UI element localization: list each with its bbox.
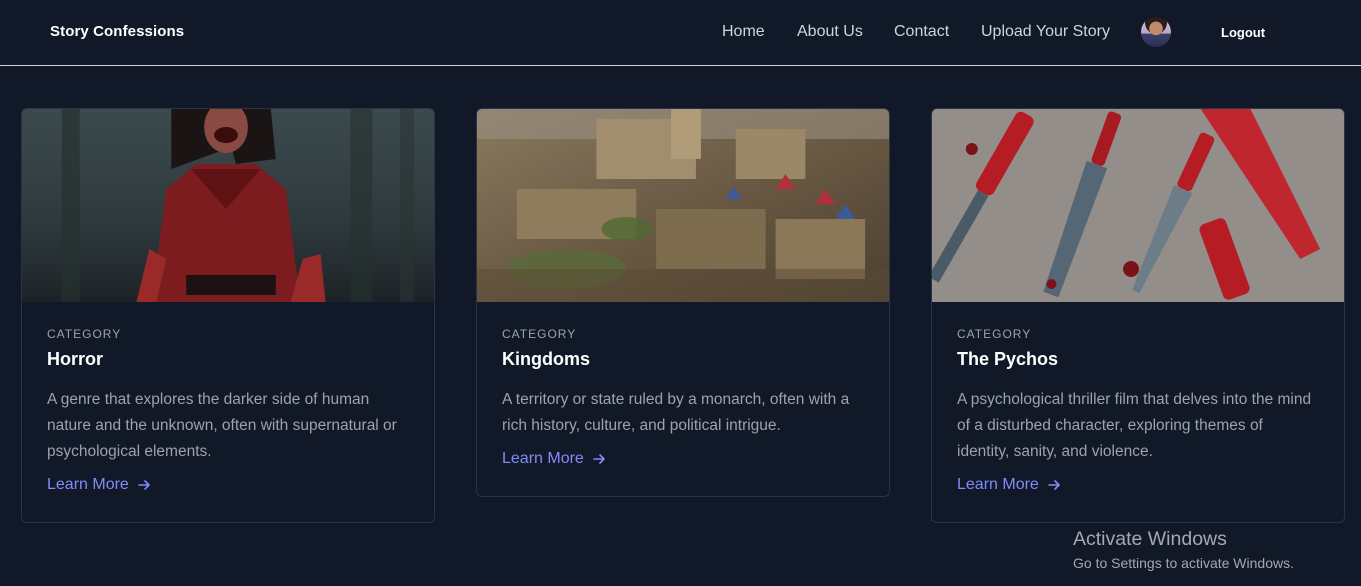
card-description: A genre that explores the darker side of…	[47, 391, 397, 460]
activate-windows-watermark: Activate Windows Go to Settings to activ…	[1073, 528, 1294, 571]
navbar: Story Confessions Home About Us Contact …	[0, 0, 1361, 66]
kingdoms-image	[477, 109, 889, 302]
learn-more-link[interactable]: Learn More	[47, 476, 151, 494]
category-card-kingdoms: CATEGORY Kingdoms A territory or state r…	[476, 108, 890, 497]
category-label: CATEGORY	[957, 327, 1032, 341]
card-description: A psychological thriller film that delve…	[957, 391, 1312, 460]
learn-more-label: Learn More	[502, 450, 584, 467]
logout-button[interactable]: Logout	[1221, 25, 1265, 40]
user-avatar[interactable]	[1141, 17, 1171, 47]
nav-upload-story[interactable]: Upload Your Story	[981, 23, 1110, 41]
learn-more-link[interactable]: Learn More	[502, 450, 606, 468]
arrow-right-icon	[138, 480, 150, 490]
category-label: CATEGORY	[47, 327, 122, 341]
nav-home[interactable]: Home	[722, 23, 765, 41]
arrow-right-icon	[593, 454, 605, 464]
pychos-image	[932, 109, 1344, 302]
card-description: A territory or state ruled by a monarch,…	[502, 391, 850, 434]
learn-more-link[interactable]: Learn More	[957, 476, 1061, 494]
category-card-horror: CATEGORY Horror A genre that explores th…	[21, 108, 435, 523]
card-title: Kingdoms	[502, 349, 590, 369]
watermark-title: Activate Windows	[1073, 528, 1227, 550]
category-card-the-pychos: CATEGORY The Pychos A psychological thri…	[931, 108, 1345, 523]
card-title: Horror	[47, 349, 104, 369]
nav-contact[interactable]: Contact	[894, 23, 949, 41]
horror-image	[22, 109, 434, 302]
category-label: CATEGORY	[502, 327, 577, 341]
nav-about-us[interactable]: About Us	[797, 23, 863, 41]
learn-more-label: Learn More	[47, 476, 129, 493]
watermark-subtitle: Go to Settings to activate Windows.	[1073, 555, 1294, 571]
card-title: The Pychos	[957, 349, 1059, 369]
learn-more-label: Learn More	[957, 476, 1039, 493]
arrow-right-icon	[1048, 480, 1060, 490]
brand-logo[interactable]: Story Confessions	[50, 23, 184, 40]
